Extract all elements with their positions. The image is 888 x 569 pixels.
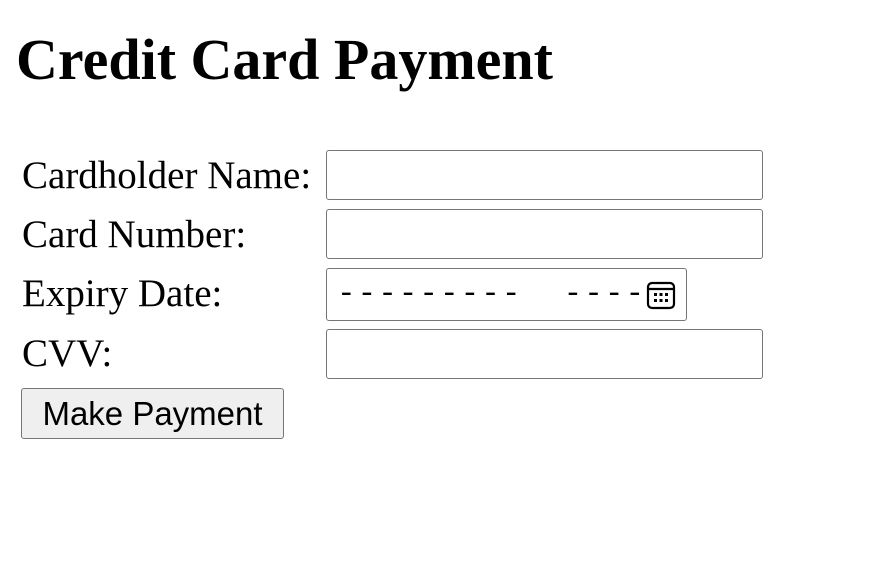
card-number-label: Card Number: [22,213,247,256]
card-number-input[interactable] [326,209,763,259]
expiry-date-label: Expiry Date: [22,272,223,315]
cvv-input[interactable] [326,329,763,379]
make-payment-button[interactable]: Make Payment [21,388,284,439]
expiry-date-input[interactable]: --------- ---- [326,268,687,321]
payment-page: Credit Card Payment Cardholder Name: Car… [0,0,888,569]
expiry-date-placeholder: --------- ---- [337,277,647,312]
cardholder-name-input[interactable] [326,150,763,200]
cvv-label: CVV: [22,332,113,375]
calendar-icon[interactable] [645,279,677,311]
cardholder-name-label: Cardholder Name: [22,154,312,197]
page-title: Credit Card Payment [16,27,553,92]
